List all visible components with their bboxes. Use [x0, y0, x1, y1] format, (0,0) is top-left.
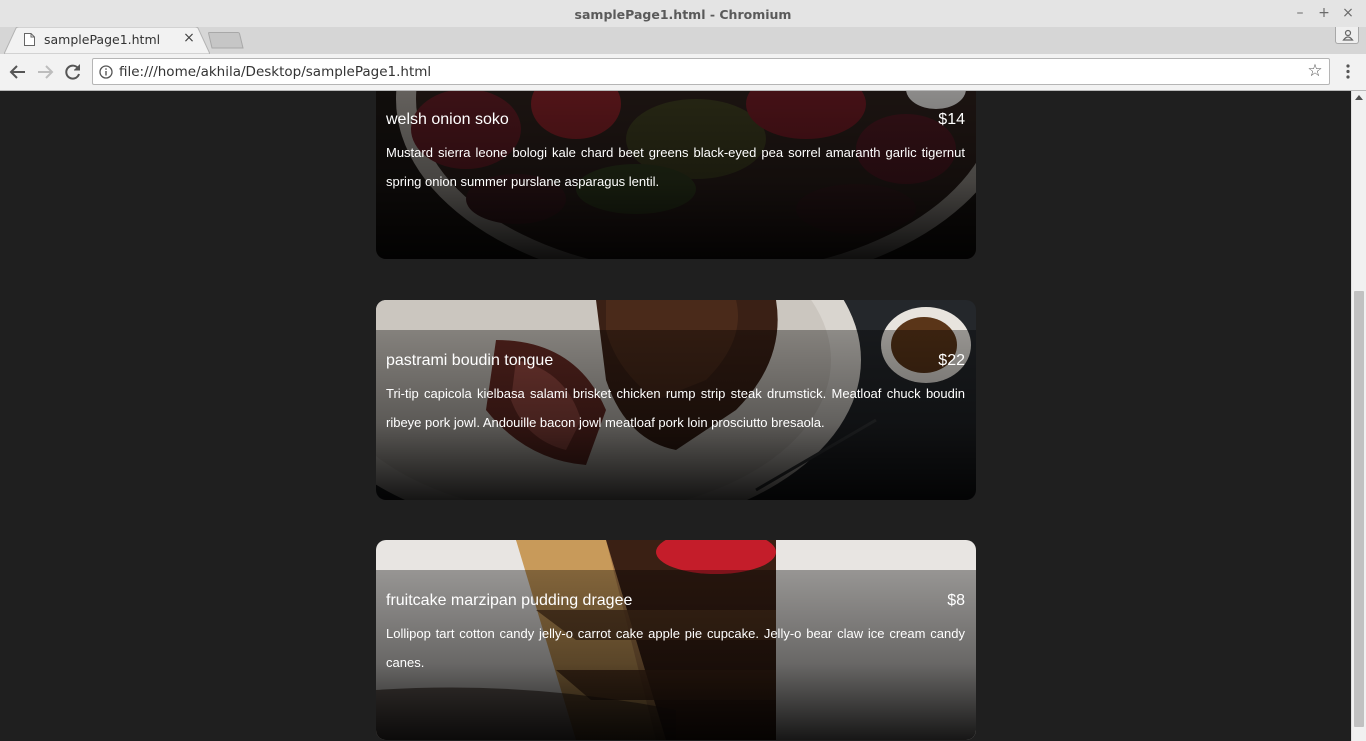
browser-toolbar: file:///home/akhila/Desktop/samplePage1.… [0, 54, 1366, 91]
dish-description: Tri-tip capicola kielbasa salami brisket… [386, 386, 965, 430]
dish-description: Mustard sierra leone bologi kale chard b… [386, 145, 965, 189]
reload-icon[interactable] [63, 62, 83, 82]
window-title: samplePage1.html - Chromium [574, 7, 792, 22]
address-bar[interactable]: file:///home/akhila/Desktop/samplePage1.… [92, 58, 1330, 85]
dish-price: $8 [947, 592, 965, 609]
menu-dots-icon[interactable] [1340, 63, 1356, 83]
profile-button[interactable] [1335, 27, 1359, 44]
person-icon [1342, 29, 1354, 41]
dish-name: welsh onion soko [386, 111, 509, 128]
bookmark-star-icon[interactable]: ☆ [1306, 62, 1324, 80]
menu-card: pastrami boudin tongue $22 Tri-tip capic… [376, 300, 976, 500]
dish-name: fruitcake marzipan pudding dragee [386, 592, 633, 609]
url-text[interactable]: file:///home/akhila/Desktop/samplePage1.… [119, 64, 431, 80]
dish-description: Lollipop tart cotton candy jelly-o carro… [386, 626, 965, 670]
vertical-scrollbar[interactable] [1351, 91, 1366, 741]
page-icon [24, 33, 35, 46]
scroll-thumb[interactable] [1354, 291, 1364, 727]
close-window-button[interactable]: × [1340, 4, 1356, 22]
tab-strip: samplePage1.html × [0, 27, 1366, 54]
info-icon[interactable] [99, 65, 113, 79]
scroll-up-arrow-icon[interactable] [1355, 95, 1363, 100]
window-titlebar: samplePage1.html - Chromium – + × [0, 0, 1366, 27]
page-content: welsh onion soko $14 Mustard sierra leon… [0, 91, 1351, 741]
dish-name: pastrami boudin tongue [386, 352, 554, 369]
new-tab-button[interactable] [208, 32, 244, 49]
menu-card: welsh onion soko $14 Mustard sierra leon… [376, 91, 976, 259]
dish-price: $22 [938, 352, 965, 369]
tab-label: samplePage1.html [44, 32, 161, 47]
minimize-button[interactable]: – [1292, 4, 1308, 22]
dish-price: $14 [938, 111, 965, 128]
maximize-button[interactable]: + [1316, 4, 1332, 22]
tab-close-icon[interactable]: × [182, 30, 196, 46]
back-arrow-icon[interactable] [8, 62, 28, 82]
menu-card: fruitcake marzipan pudding dragee $8 Lol… [376, 540, 976, 740]
forward-arrow-icon[interactable] [35, 62, 55, 82]
